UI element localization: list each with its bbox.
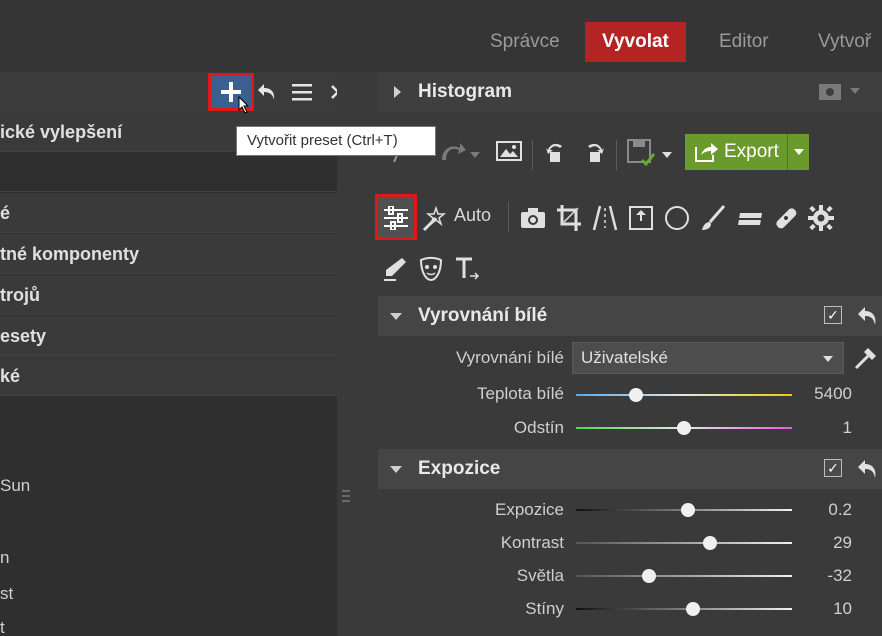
eyedropper-icon[interactable] [852, 344, 880, 372]
tint-value[interactable]: 1 [802, 418, 852, 438]
create-preset-tooltip: Vytvořit preset (Ctrl+T) [236, 126, 436, 156]
preset-group-ke[interactable]: ké [0, 356, 337, 396]
temperature-value[interactable]: 5400 [802, 384, 852, 404]
auto-button[interactable]: Auto [454, 205, 491, 226]
exposure-label: Expozice [495, 500, 564, 519]
toolbar-separator [532, 140, 533, 170]
camera-mode-icon[interactable] [818, 82, 844, 102]
shadows-slider-thumb[interactable] [685, 602, 700, 616]
exposure-box-icon[interactable] [628, 205, 654, 231]
histogram-title: Histogram [418, 81, 512, 102]
preset-group-1[interactable]: é [0, 193, 337, 233]
grip-icon[interactable] [342, 490, 352, 510]
exposure-reset-icon[interactable] [856, 457, 880, 481]
histogram-header[interactable]: Histogram [378, 72, 882, 112]
image-icon[interactable] [496, 140, 522, 162]
highlights-label: Světla [516, 566, 564, 585]
menu-button[interactable] [290, 80, 314, 104]
magic-wand-icon[interactable] [420, 206, 446, 232]
shadows-label: Stíny [525, 599, 564, 618]
develop-panel: Histogram Export Auto Vyrovnání bílé ✓ V… [368, 72, 882, 636]
toolbar-separator-2 [616, 140, 617, 170]
crop-icon[interactable] [556, 204, 582, 232]
tab-vyvolat[interactable]: Vyvolat [585, 22, 686, 62]
highlights-value[interactable]: -32 [802, 566, 852, 586]
gradient-filter-icon[interactable] [736, 205, 764, 231]
preset-group-presets[interactable]: esety [0, 316, 337, 356]
contrast-slider-thumb[interactable] [702, 536, 717, 550]
exposure-title: Expozice [418, 458, 501, 479]
white-balance-mode-label: Vyrovnání bílé [455, 348, 564, 367]
eraser-pen-icon[interactable] [382, 256, 408, 282]
tint-label: Odstín [513, 418, 564, 437]
exposure-value[interactable]: 0.2 [802, 500, 852, 520]
rotate-right-icon[interactable] [576, 136, 606, 166]
tab-vytvor[interactable]: Vytvoř [818, 22, 871, 62]
sliders-icon [384, 206, 408, 230]
preset-group-empty[interactable] [0, 152, 337, 192]
white-balance-checkbox[interactable]: ✓ [824, 306, 842, 324]
preset-item-st[interactable]: st [0, 584, 13, 604]
white-balance-reset-icon[interactable] [856, 304, 880, 328]
panel-divider[interactable] [337, 72, 367, 636]
cursor-icon [238, 96, 250, 114]
shadows-value[interactable]: 10 [802, 599, 852, 619]
adjustments-tool-button[interactable] [375, 194, 417, 240]
exposure-header[interactable]: Expozice ✓ [378, 449, 882, 489]
contrast-slider[interactable] [576, 542, 792, 544]
rotate-left-icon[interactable] [544, 136, 574, 166]
redo-icon[interactable] [438, 140, 468, 164]
white-balance-header[interactable]: Vyrovnání bílé ✓ [378, 296, 882, 336]
export-dropdown-icon[interactable] [787, 134, 809, 170]
exposure-slider-thumb[interactable] [681, 503, 696, 517]
undo-button[interactable] [254, 78, 280, 106]
camera-icon[interactable] [520, 206, 546, 230]
tint-slider-thumb[interactable] [677, 421, 691, 435]
highlights-slider[interactable] [576, 575, 792, 577]
menu-icon [292, 84, 312, 101]
redo-dropdown-icon[interactable] [470, 152, 480, 160]
white-balance-select[interactable]: Uživatelské [572, 342, 844, 374]
preset-item-t[interactable]: t [0, 618, 5, 636]
save-dropdown-icon[interactable] [662, 152, 672, 160]
temperature-label: Teplota bílé [477, 384, 564, 403]
preset-group-components[interactable]: tné komponenty [0, 234, 337, 274]
chevron-down-icon[interactable] [850, 88, 860, 96]
face-retouch-icon[interactable] [418, 256, 444, 282]
tab-editor[interactable]: Editor [719, 22, 769, 62]
presets-panel: ické vylepšení é tné komponenty trojů es… [0, 72, 345, 636]
save-icon[interactable] [626, 136, 660, 168]
tools-separator [508, 202, 509, 232]
highlights-slider-thumb[interactable] [642, 569, 657, 583]
healing-bandage-icon[interactable] [772, 204, 800, 232]
shadows-slider[interactable] [576, 608, 792, 610]
contrast-value[interactable]: 29 [802, 533, 852, 553]
expand-icon [394, 86, 401, 98]
temperature-slider-thumb[interactable] [629, 388, 644, 402]
undo-icon [258, 84, 275, 100]
collapse-icon [390, 313, 402, 320]
preset-item-sun[interactable]: Sun [0, 476, 30, 496]
brush-icon[interactable] [700, 204, 726, 232]
white-balance-title: Vyrovnání bílé [418, 305, 548, 326]
preset-item-n[interactable]: n [0, 548, 9, 568]
contrast-label: Kontrast [500, 533, 564, 552]
collapse-icon [390, 466, 402, 473]
text-tool-icon[interactable] [454, 256, 482, 282]
presets-toolbar [0, 72, 345, 112]
top-navigation: Správce Vyvolat Editor Vytvoř [0, 0, 882, 72]
perspective-icon[interactable] [592, 204, 618, 232]
temperature-slider[interactable] [576, 394, 792, 396]
export-icon [695, 143, 718, 162]
export-label: Export [724, 141, 779, 162]
exposure-checkbox[interactable]: ✓ [824, 459, 842, 477]
export-button[interactable]: Export [685, 134, 809, 170]
radial-filter-icon[interactable] [664, 205, 690, 231]
tab-spravce[interactable]: Správce [490, 22, 560, 62]
settings-gear-icon[interactable] [808, 204, 834, 232]
preset-group-tools[interactable]: trojů [0, 275, 337, 315]
